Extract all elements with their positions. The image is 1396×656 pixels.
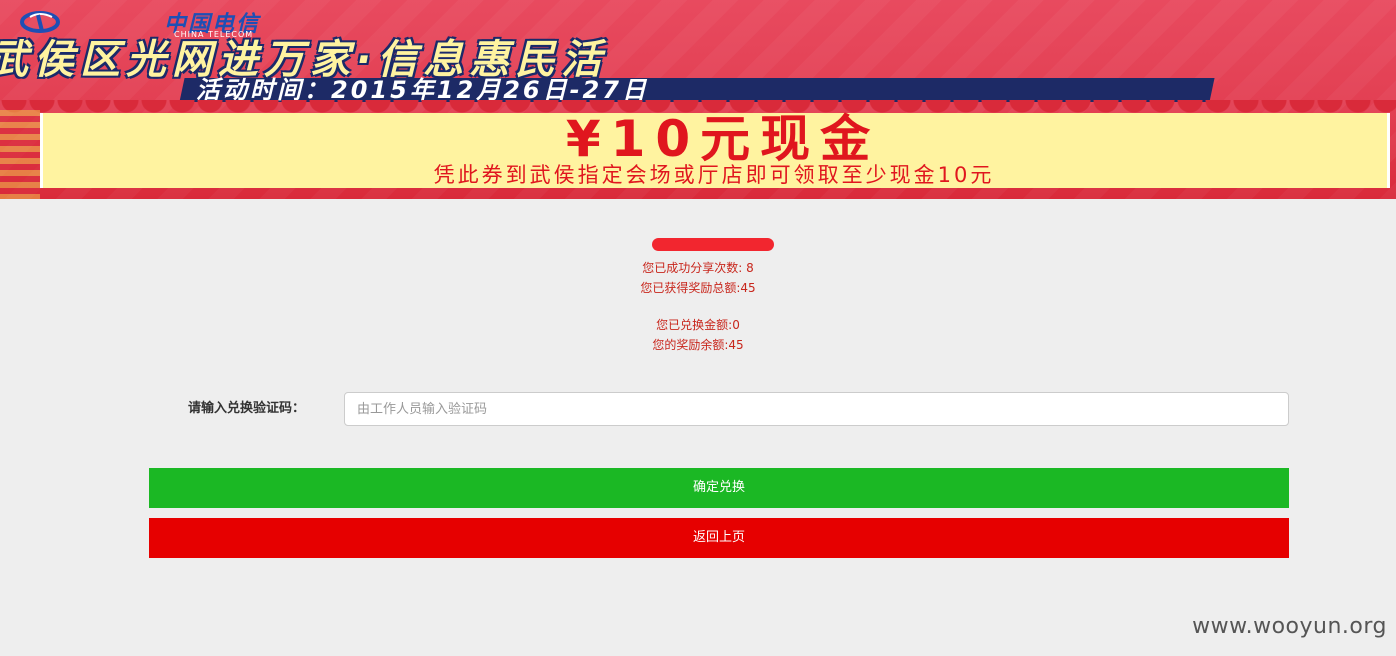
reward-stats: 您已成功分享次数: 8 您已获得奖励总额:45 您已兑换金额:0 您的奖励余额:… <box>0 258 1396 355</box>
share-count: 您已成功分享次数: 8 <box>642 261 754 275</box>
coupon-amount: ¥10元现金 <box>565 110 881 168</box>
left-decoration <box>0 110 40 199</box>
reward-total: 您已获得奖励总额:45 <box>640 281 756 295</box>
stats-gap <box>0 298 1396 315</box>
verification-code-row: 请输入兑换验证码： <box>150 392 1289 426</box>
china-telecom-logo-icon <box>20 11 60 33</box>
watermark: www.wooyun.org <box>1192 614 1387 639</box>
reward-balance: 您的奖励余额:45 <box>652 338 744 352</box>
coupon: ¥10元现金 凭此券到武侯指定会场或厅店即可领取至少现金10元 <box>40 113 1390 188</box>
back-button[interactable]: 返回上页 <box>149 518 1289 558</box>
verification-code-input[interactable] <box>344 392 1289 426</box>
promo-banner: 中国电信 CHINA TELECOM 武侯区光网进万家·信息惠民活 活动时间：2… <box>0 0 1396 199</box>
redacted-username <box>652 238 774 251</box>
exchanged-amount: 您已兑换金额:0 <box>656 318 740 332</box>
coupon-note: 凭此券到武侯指定会场或厅店即可领取至少现金10元 <box>433 163 995 187</box>
code-label: 请输入兑换验证码： <box>188 401 306 416</box>
confirm-exchange-button[interactable]: 确定兑换 <box>149 468 1289 508</box>
